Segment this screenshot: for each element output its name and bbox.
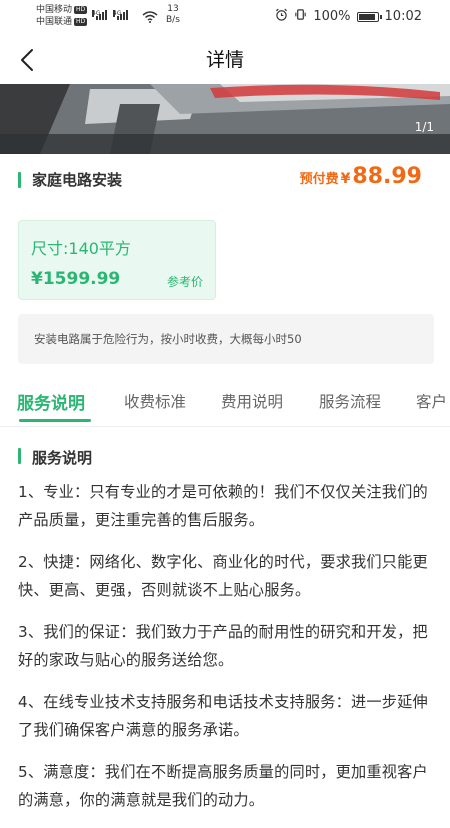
- prepay-price: 预付费 ¥ 88.99: [300, 164, 422, 189]
- signal-icon: 4G: [113, 10, 128, 20]
- note-box: 安装电路属于危险行为，按小时收费，大概每小时50: [18, 314, 434, 364]
- description-paragraph: 2、快捷：网络化、数字化、商业化的时代，要求我们只能更快、更高、更强，否则就谈不…: [18, 553, 428, 599]
- size-label: 尺寸:140平方: [31, 239, 131, 258]
- divider: [0, 426, 450, 427]
- wifi-icon: [142, 8, 158, 27]
- signal-indicators: 4G 4G: [92, 10, 128, 20]
- description-paragraph: 4、在线专业技术支持服务和电话技术支持服务：进一步延伸了我们确保客户满意的服务承…: [18, 693, 428, 739]
- image-counter: 1/1: [414, 120, 434, 134]
- battery-percent: 100%: [313, 9, 351, 24]
- app-header: 详情: [0, 36, 450, 84]
- banner-photo: [0, 84, 450, 154]
- net-speed-unit: B/s: [166, 15, 180, 25]
- service-title-row: 家庭电路安装 预付费 ¥ 88.99: [0, 160, 450, 200]
- accent-bar: [18, 172, 21, 188]
- size-option-card[interactable]: 尺寸:140平方 ¥1599.99 参考价: [18, 220, 216, 300]
- clock: 10:02: [384, 9, 422, 24]
- description-paragraph: 1、专业：只有专业的才是可依赖的！我们不仅仅关注我们的产品质量，更注重完善的售后…: [18, 483, 428, 529]
- tab-charging-standard[interactable]: 收费标准: [124, 390, 186, 412]
- battery-icon: [356, 11, 382, 22]
- tab-fee-description[interactable]: 费用说明: [221, 390, 283, 412]
- vibrate-icon: [294, 8, 307, 25]
- carrier-2: 中国联通: [36, 17, 73, 27]
- signal-icon: 4G: [92, 10, 107, 20]
- alarm-icon: [275, 8, 288, 25]
- signal-label: 4G: [92, 10, 101, 17]
- carrier-info: 中国移动 HD 中国联通 HD: [36, 4, 88, 28]
- banner-image[interactable]: 1/1: [0, 84, 450, 154]
- status-right: 100% 10:02: [275, 8, 422, 25]
- size-price: ¥1599.99: [31, 269, 121, 289]
- note-text: 安装电路属于危险行为，按小时收费，大概每小时50: [34, 332, 302, 346]
- net-speed-value: 13: [167, 4, 179, 14]
- service-name: 家庭电路安装: [32, 171, 123, 189]
- status-bar: 中国移动 HD 中国联通 HD 4G 4G 13 B/s 100% 10:02: [0, 0, 450, 36]
- prepay-amount: 88.99: [352, 164, 422, 189]
- section-title: 服务说明: [32, 449, 93, 467]
- carrier-1: 中国移动: [36, 5, 73, 15]
- prepay-label: 预付费: [299, 172, 339, 187]
- accent-bar: [18, 448, 21, 464]
- active-tab-indicator: [19, 419, 91, 422]
- hd-badge: HD: [74, 6, 88, 14]
- reference-price-label: 参考价: [166, 275, 203, 289]
- detail-tabs: 服务说明 收费标准 费用说明 服务流程 客户: [0, 378, 450, 426]
- service-description-text: 1、专业：只有专业的才是可依赖的！我们不仅仅关注我们的产品质量，更注重完善的售后…: [18, 478, 434, 828]
- tab-service-process[interactable]: 服务流程: [319, 390, 381, 412]
- description-paragraph: 5、满意度：我们在不断提高服务质量的同时，更加重视客户的满意，你的满意就是我们的…: [18, 763, 428, 809]
- page-title: 详情: [205, 49, 244, 71]
- description-paragraph: 3、我们的保证：我们致力于产品的耐用性的研究和开发，把好的家政与贴心的服务送给您…: [18, 623, 428, 669]
- network-speed: 13 B/s: [166, 4, 180, 26]
- signal-label: 4G: [113, 10, 122, 17]
- tab-service-description[interactable]: 服务说明: [17, 389, 85, 414]
- hd-badge: HD: [74, 18, 88, 26]
- currency-symbol: ¥: [340, 171, 351, 187]
- tab-customer[interactable]: 客户: [416, 390, 447, 412]
